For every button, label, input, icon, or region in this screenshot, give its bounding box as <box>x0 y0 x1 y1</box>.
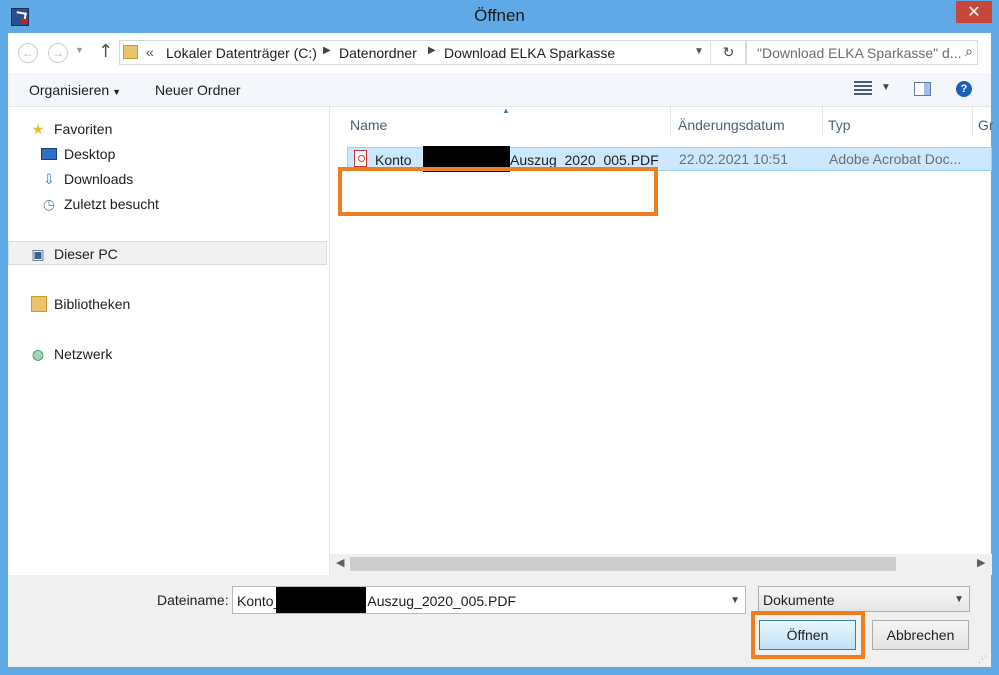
refresh-button[interactable]: ↻ <box>710 41 746 64</box>
search-input[interactable]: "Download ELKA Sparkasse" d... ⌕ <box>746 40 978 65</box>
breadcrumb-download-elka[interactable]: Download ELKA Sparkasse <box>444 45 615 61</box>
nav-label: Desktop <box>64 146 116 162</box>
recent-locations-chevron-icon[interactable]: ▼ <box>75 45 84 55</box>
sort-ascending-icon: ▲ <box>502 106 510 115</box>
file-name-prefix: Konto_ <box>375 152 420 168</box>
chevron-down-icon: ▼ <box>954 594 964 605</box>
desktop-icon <box>41 148 57 160</box>
star-icon: ★ <box>31 121 45 137</box>
breadcrumb-overflow[interactable]: « <box>146 44 154 60</box>
nav-label: Favoriten <box>54 121 113 137</box>
nav-label: Bibliotheken <box>54 296 131 312</box>
scroll-right-icon[interactable]: ▶ <box>977 556 985 569</box>
dialog-client-area: ← → ▼ ↑ « Lokaler Datenträger (C:) ▶ Dat… <box>8 33 994 667</box>
computer-icon: ▣ <box>31 246 45 262</box>
filename-combobox[interactable]: Konto_ Auszug_2020_005.PDF ▼ <box>232 586 746 614</box>
column-header-type[interactable]: Typ <box>828 117 851 133</box>
scrollbar-thumb[interactable] <box>350 557 896 571</box>
organize-label: Organisieren <box>29 82 110 98</box>
breadcrumb-separator-icon[interactable]: ▶ <box>323 45 331 56</box>
back-button[interactable]: ← <box>18 43 38 63</box>
forward-button[interactable]: → <box>48 43 68 63</box>
preview-pane-icon[interactable] <box>914 82 931 96</box>
view-details-icon[interactable] <box>854 81 872 95</box>
dialog-title: Öffnen <box>474 6 525 25</box>
horizontal-scrollbar[interactable]: ◀ ▶ <box>330 554 992 575</box>
view-options-chevron-icon[interactable]: ▼ <box>881 82 891 93</box>
highlight-box-open <box>751 611 865 659</box>
nav-label: Zuletzt besucht <box>64 196 159 212</box>
nav-item-this-pc[interactable]: ▣ Dieser PC <box>8 241 327 265</box>
address-row: ← → ▼ ↑ « Lokaler Datenträger (C:) ▶ Dat… <box>8 33 991 73</box>
downloads-icon: ⇩ <box>43 171 55 187</box>
column-divider[interactable] <box>972 107 973 137</box>
network-icon: ◍ <box>31 346 45 362</box>
search-icon[interactable]: ⌕ <box>965 43 973 60</box>
file-name: Konto_ -Auszug_2020_005.PDF <box>375 151 659 168</box>
nav-item-network[interactable]: ◍ Netzwerk <box>8 342 327 366</box>
nav-item-recent[interactable]: ◷ Zuletzt besucht <box>8 192 327 216</box>
resize-grip-icon[interactable]: ⋰ <box>978 654 988 664</box>
column-header-date[interactable]: Änderungsdatum <box>678 117 785 133</box>
filename-prefix: Konto_ <box>237 593 282 609</box>
nav-label: Downloads <box>64 171 134 187</box>
libraries-icon <box>31 296 47 312</box>
open-dialog: Öffnen ✕ ← → ▼ ↑ « Lokaler Datenträger (… <box>0 0 999 675</box>
chevron-down-icon: ▼ <box>112 87 122 97</box>
nav-label: Dieser PC <box>54 246 118 262</box>
chevron-down-icon[interactable]: ▼ <box>730 595 740 606</box>
column-header-size[interactable]: Gr <box>978 117 994 133</box>
pdf-icon <box>354 150 367 167</box>
column-divider[interactable] <box>670 107 671 137</box>
navigation-pane: ★ Favoriten Desktop ⇩ Downloads ◷ Zuletz… <box>8 107 329 575</box>
breadcrumb-drive[interactable]: Lokaler Datenträger (C:) <box>166 45 317 61</box>
breadcrumb-separator-icon[interactable]: ▶ <box>428 45 436 56</box>
address-dropdown-chevron-icon[interactable]: ▼ <box>694 46 704 57</box>
column-divider[interactable] <box>822 107 823 137</box>
file-type: Adobe Acrobat Doc... <box>829 151 962 167</box>
breadcrumb-datenordner[interactable]: Datenordner <box>339 45 417 61</box>
command-bar: Organisieren ▼ Neuer Ordner ▼ ? <box>8 73 991 107</box>
nav-item-favorites[interactable]: ★ Favoriten <box>8 117 327 141</box>
file-name-suffix: -Auszug_2020_005.PDF <box>505 152 659 168</box>
close-button[interactable]: ✕ <box>956 1 992 23</box>
highlight-box-file <box>338 167 658 216</box>
up-button[interactable]: ↑ <box>98 41 113 62</box>
help-icon[interactable]: ? <box>956 81 972 97</box>
scroll-left-icon[interactable]: ◀ <box>336 556 344 569</box>
nav-item-downloads[interactable]: ⇩ Downloads <box>8 167 327 191</box>
nav-label: Netzwerk <box>54 346 113 362</box>
address-bar[interactable]: « Lokaler Datenträger (C:) ▶ Datenordner… <box>119 40 746 65</box>
recent-places-icon: ◷ <box>42 196 56 212</box>
nav-item-libraries[interactable]: Bibliotheken <box>8 292 327 316</box>
redaction-block <box>276 587 366 613</box>
title-bar[interactable]: Öffnen ✕ <box>0 0 999 33</box>
organize-button[interactable]: Organisieren ▼ <box>29 82 121 98</box>
column-header-name[interactable]: Name <box>350 117 387 133</box>
nav-item-desktop[interactable]: Desktop <box>8 142 327 166</box>
file-type-value: Dokumente <box>763 592 835 608</box>
filename-label: Dateiname: <box>157 592 229 608</box>
cancel-button[interactable]: Abbrechen <box>872 620 969 650</box>
file-list-pane: ▲ Name Änderungsdatum Typ Gr Konto_ -Ausz… <box>329 106 994 575</box>
file-date: 22.02.2021 10:51 <box>679 151 788 167</box>
new-folder-button[interactable]: Neuer Ordner <box>155 82 241 98</box>
search-placeholder: "Download ELKA Sparkasse" d... <box>757 45 962 61</box>
file-type-select[interactable]: Dokumente ▼ <box>758 586 970 612</box>
folder-icon <box>123 45 138 59</box>
filename-suffix: Auszug_2020_005.PDF <box>367 593 517 609</box>
